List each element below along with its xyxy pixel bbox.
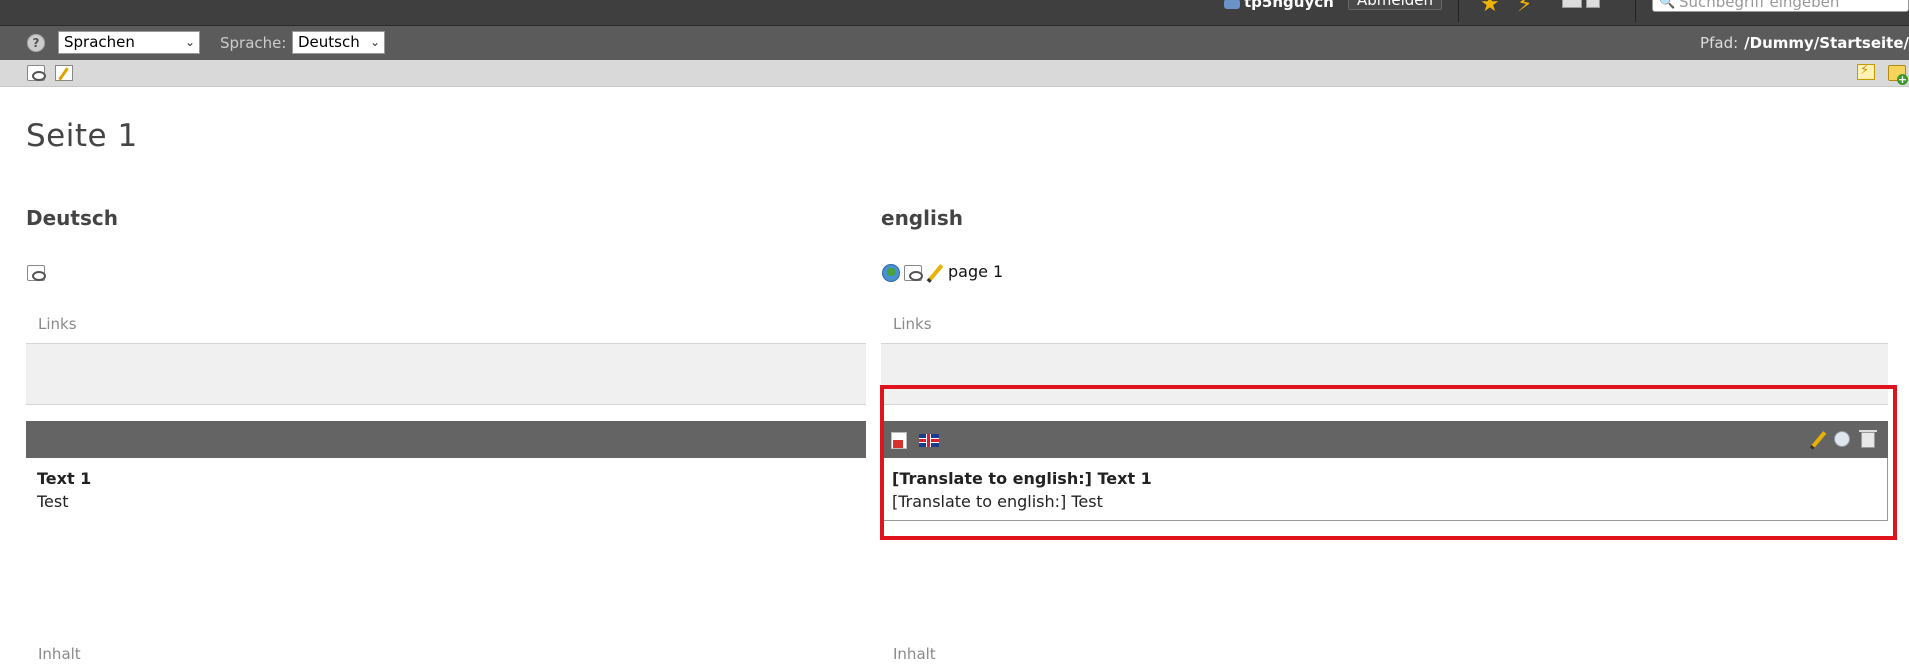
function-select[interactable]: Sprachen ⌄ (58, 31, 200, 54)
content-element-title: Text 1 (37, 469, 92, 488)
clear-cache-icon[interactable]: ⚡ (1517, 0, 1532, 16)
logout-button[interactable]: Abmelden (1348, 0, 1443, 10)
section-label-inhalt: Inhalt (38, 645, 81, 663)
edit-page-icon[interactable] (55, 65, 73, 81)
breadcrumb-path: /Dummy/Startseite/ (1744, 34, 1909, 52)
view-page-icon[interactable] (27, 65, 46, 81)
toolbar-divider (1458, 0, 1459, 22)
section-label-links: Links (38, 315, 77, 333)
open-docs-icon[interactable] (1586, 0, 1600, 8)
view-page-icon[interactable] (904, 265, 923, 281)
content-element-body: Text 1 Test (37, 469, 91, 511)
language-select[interactable]: Deutsch ⌄ (292, 31, 385, 54)
content-element-header (26, 421, 866, 458)
new-page-icon[interactable] (1888, 65, 1908, 85)
help-icon[interactable]: ? (27, 34, 45, 52)
content-element-text: Test (37, 492, 69, 511)
toolbar-divider (1635, 0, 1636, 22)
page-translation-title: page 1 (948, 262, 1004, 281)
page-title: Seite 1 (26, 118, 138, 154)
search-input[interactable]: 🔍 Suchbegriff eingeben (1652, 0, 1909, 12)
bookmark-star-icon[interactable]: ★ (1480, 0, 1500, 16)
column-title-english: english (881, 206, 963, 230)
user-icon (1224, 0, 1240, 9)
highlight-box (880, 385, 1897, 540)
doc-header-bar (0, 60, 1909, 87)
breadcrumb: Pfad:/Dummy/Startseite/ (1700, 34, 1909, 52)
section-label-inhalt: Inhalt (893, 645, 936, 663)
chevron-down-icon: ⌄ (369, 35, 380, 49)
user-menu[interactable]: tp5nguych (1224, 0, 1334, 11)
username: tp5nguych (1244, 0, 1334, 11)
drop-zone (26, 343, 866, 405)
view-page-icon[interactable] (27, 265, 46, 281)
section-label-links: Links (893, 315, 932, 333)
search-icon: 🔍 (1659, 0, 1676, 10)
language-bar: ? Sprachen ⌄ Sprache: Deutsch ⌄ Pfad:/Du… (0, 26, 1909, 60)
column-title-deutsch: Deutsch (26, 206, 118, 230)
top-toolbar: tp5nguych Abmelden ★ ⚡ 🔍 Suchbegriff ein… (0, 0, 1909, 26)
language-label: Sprache: (220, 34, 287, 52)
clear-page-cache-icon[interactable] (1857, 63, 1875, 80)
chevron-down-icon: ⌄ (184, 35, 195, 49)
workspace-icon[interactable] (1562, 0, 1582, 8)
pencil-icon[interactable] (926, 263, 944, 281)
globe-icon[interactable] (882, 264, 900, 282)
